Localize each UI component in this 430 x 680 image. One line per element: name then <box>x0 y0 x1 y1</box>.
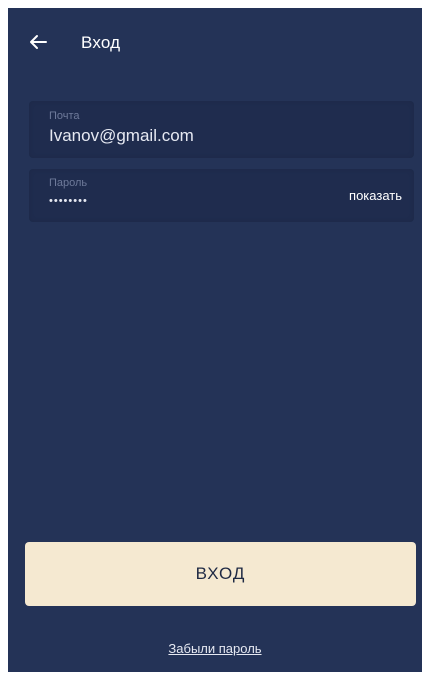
show-password-toggle[interactable]: показать <box>349 188 402 203</box>
arrow-left-icon <box>30 35 47 49</box>
page-title: Вход <box>81 33 121 52</box>
email-label: Почта <box>49 110 80 122</box>
app-header: Вход <box>8 8 422 76</box>
email-field[interactable]: Почта Ivanov@gmail.com <box>29 101 414 158</box>
password-field[interactable]: Пароль •••••••• показать <box>29 169 414 222</box>
email-value[interactable]: Ivanov@gmail.com <box>49 126 329 146</box>
login-screen: Вход Почта Ivanov@gmail.com Пароль •••••… <box>8 8 422 672</box>
forgot-password-link[interactable]: Забыли пароль <box>8 641 422 656</box>
login-button[interactable]: ВХОД <box>25 542 416 606</box>
password-label: Пароль <box>49 177 88 189</box>
back-button[interactable] <box>26 30 50 54</box>
password-value[interactable]: •••••••• <box>49 195 329 207</box>
